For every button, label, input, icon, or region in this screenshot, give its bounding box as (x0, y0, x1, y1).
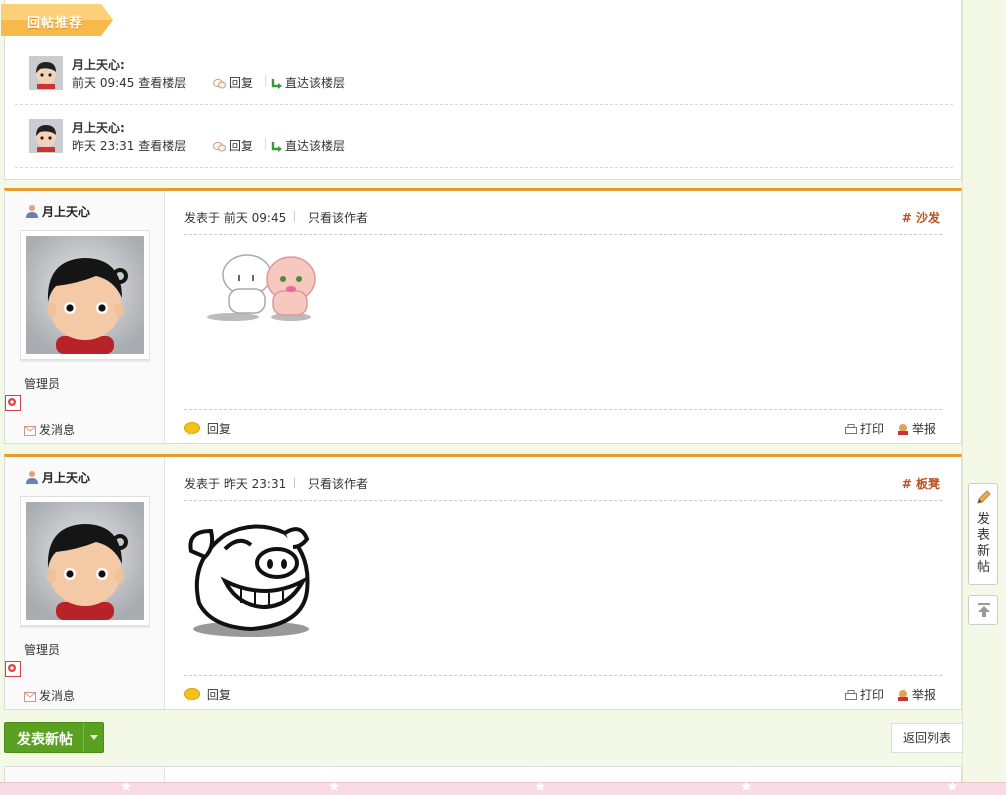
star-icon: ★ (740, 779, 753, 795)
reply-link[interactable]: 回复 (184, 420, 231, 438)
print-icon (844, 424, 857, 438)
new-thread-label: 发表新帖 (17, 732, 73, 748)
recommend-goto-link[interactable]: 直达该楼层 (271, 74, 345, 92)
reply-icon (213, 78, 226, 92)
author-role: 管理员 (24, 643, 61, 657)
content-right-edge (962, 0, 963, 782)
post-header: 发表于 前天 09:45 只看该作者 # 沙发 (184, 209, 942, 235)
author-name-text: 月上天心 (42, 471, 91, 485)
chat-bubble-icon (184, 422, 200, 438)
star-icon: ★ (946, 779, 959, 795)
new-thread-dropdown[interactable] (83, 723, 104, 752)
post-author-sidebar: 月上天心 管理员 发消息 (5, 457, 165, 709)
reply-label: 回复 (206, 422, 231, 436)
print-label: 打印 (859, 688, 884, 702)
recommend-item: 月上天心: 昨天 23:31 查看楼层 回复 直达该楼层 (15, 105, 953, 168)
pencil-icon (975, 490, 991, 509)
footer-decoration: ★ ★ ★ ★ ★ (0, 779, 1006, 795)
back-to-list-button[interactable]: 返回列表 (891, 723, 963, 753)
chat-bubble-icon (184, 688, 200, 704)
user-icon (25, 470, 39, 487)
author-role: 管理员 (24, 377, 61, 391)
mail-icon (24, 691, 36, 705)
floating-new-thread-label: 发表新帖 (977, 512, 991, 575)
recommend-title: 回帖推荐 (27, 16, 84, 31)
recommend-item: 月上天心: 前天 09:45 查看楼层 回复 直达该楼层 (15, 42, 953, 105)
post-time: 发表于 前天 09:45 (184, 211, 287, 225)
report-icon (897, 689, 909, 704)
report-link[interactable]: 举报 (897, 420, 936, 438)
post-emoji-image (185, 517, 315, 642)
back-to-top-icon (976, 602, 992, 621)
only-author-link[interactable]: 只看该作者 (308, 209, 368, 226)
mail-icon (24, 425, 36, 439)
post-floor-2: 月上天心 管理员 发消息 发表于 昨天 23:31 只看该作者 # 板凳 回复 … (4, 454, 962, 710)
report-label: 举报 (911, 688, 936, 702)
report-label: 举报 (911, 422, 936, 436)
recommend-time-link[interactable]: 前天 09:45 查看楼层 (72, 74, 186, 91)
star-icon: ★ (328, 779, 341, 795)
recommend-reply-link[interactable]: 回复 (213, 137, 253, 155)
reply-icon (213, 141, 226, 155)
divider (294, 477, 295, 488)
post-author-name[interactable]: 月上天心 (25, 203, 90, 221)
author-name-text: 月上天心 (42, 205, 91, 219)
send-message-link[interactable]: 发消息 (24, 687, 75, 705)
post-footer: 回复 打印 举报 (184, 675, 942, 704)
star-icon: ★ (120, 779, 133, 795)
divider (265, 75, 266, 87)
avatar[interactable] (29, 119, 63, 153)
badge-icon[interactable] (5, 661, 21, 677)
goto-floor-icon (271, 78, 282, 92)
post-header: 发表于 昨天 23:31 只看该作者 # 板凳 (184, 475, 942, 501)
chevron-down-icon (90, 735, 98, 740)
print-label: 打印 (859, 422, 884, 436)
post-floor-1: 月上天心 管理员 发消息 发表于 前天 09:45 只看该作者 # 沙发 回复 … (4, 188, 962, 444)
send-message-link[interactable]: 发消息 (24, 421, 75, 439)
send-message-label: 发消息 (39, 423, 76, 437)
author-avatar[interactable] (20, 496, 150, 626)
post-footer: 回复 打印 举报 (184, 409, 942, 438)
avatar[interactable] (29, 56, 63, 90)
recommend-goto-link[interactable]: 直达该楼层 (271, 137, 345, 155)
only-author-link[interactable]: 只看该作者 (308, 475, 368, 492)
post-author-name[interactable]: 月上天心 (25, 469, 90, 487)
print-icon (844, 690, 857, 704)
recommend-username[interactable]: 月上天心: (72, 56, 125, 73)
recommend-username[interactable]: 月上天心: (72, 119, 125, 136)
star-icon: ★ (534, 779, 547, 795)
post-time: 发表于 昨天 23:31 (184, 477, 287, 491)
reply-label: 回复 (229, 76, 254, 90)
print-link[interactable]: 打印 (844, 420, 884, 438)
send-message-label: 发消息 (39, 689, 76, 703)
goto-label: 直达该楼层 (285, 76, 346, 90)
divider (265, 138, 266, 150)
print-link[interactable]: 打印 (844, 686, 884, 704)
reply-label: 回复 (206, 688, 231, 702)
recommend-time-link[interactable]: 昨天 23:31 查看楼层 (72, 137, 186, 154)
floor-number[interactable]: # 板凳 (902, 475, 940, 492)
recommend-reply-link[interactable]: 回复 (213, 74, 253, 92)
user-icon (25, 204, 39, 221)
recommend-ribbon: 回帖推荐 (1, 4, 113, 36)
back-to-top-button[interactable] (968, 595, 998, 625)
post-author-sidebar: 月上天心 管理员 发消息 (5, 191, 165, 443)
floating-new-thread-button[interactable]: 发表新帖 (968, 483, 998, 585)
post-emoji-image (203, 249, 323, 326)
report-icon (897, 423, 909, 438)
report-link[interactable]: 举报 (897, 686, 936, 704)
reply-label: 回复 (229, 139, 254, 153)
new-thread-button[interactable]: 发表新帖 (4, 722, 104, 753)
reply-link[interactable]: 回复 (184, 686, 231, 704)
badge-icon[interactable] (5, 395, 21, 411)
author-avatar[interactable] (20, 230, 150, 360)
goto-floor-icon (271, 141, 282, 155)
goto-label: 直达该楼层 (285, 139, 346, 153)
divider (294, 211, 295, 222)
floor-number[interactable]: # 沙发 (902, 209, 940, 226)
reply-recommend-panel: 回帖推荐 月上天心: 前天 09:45 查看楼层 回复 直达该楼层 月上天心: … (1, 0, 962, 180)
